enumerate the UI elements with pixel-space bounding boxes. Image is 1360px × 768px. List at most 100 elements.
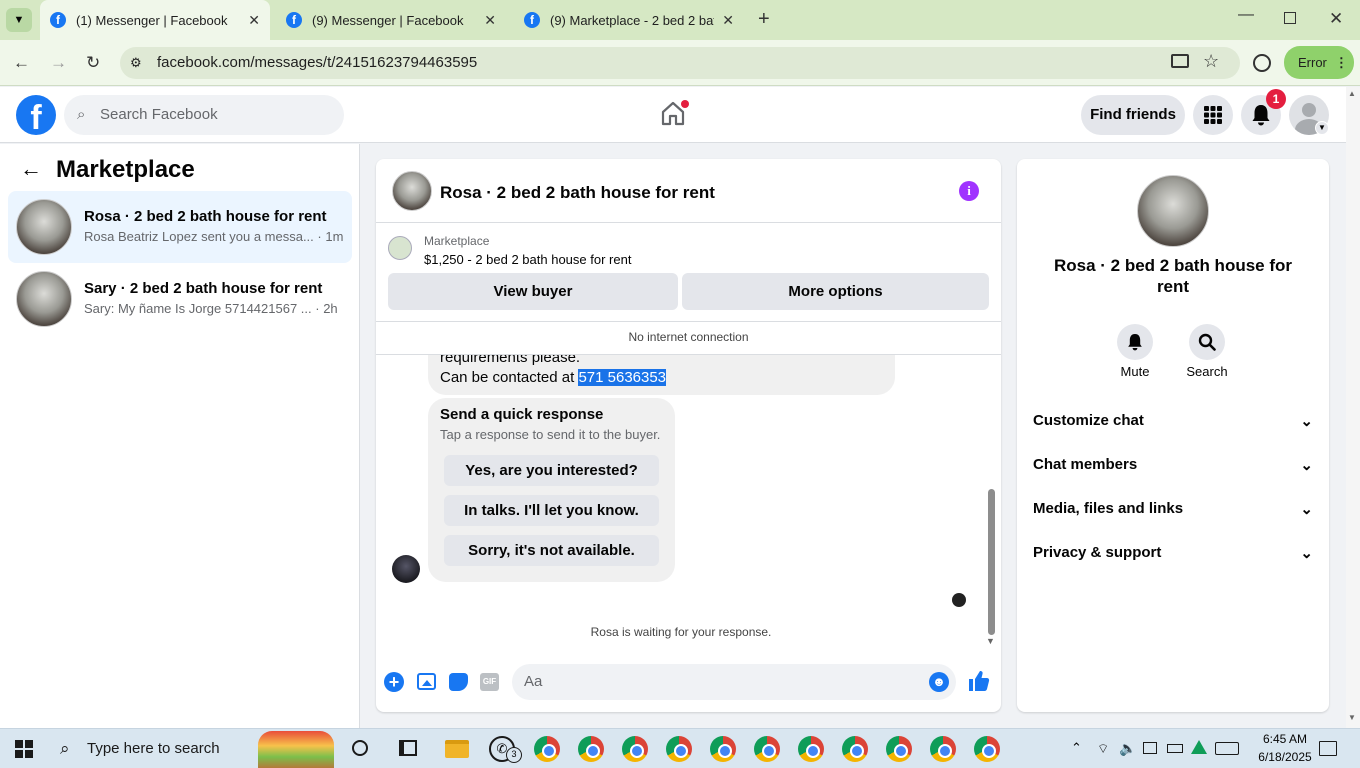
back-icon[interactable]: ← <box>13 40 30 86</box>
maximize-icon[interactable] <box>1284 12 1296 24</box>
info-avatar[interactable] <box>1137 175 1209 247</box>
chat-scrollbar-thumb[interactable] <box>988 489 995 635</box>
quick-reply-button[interactable]: In talks. I'll let you know. <box>444 495 659 526</box>
cortana-icon[interactable] <box>352 740 368 756</box>
search-in-chat-button[interactable] <box>1189 324 1225 360</box>
message-input[interactable]: Aa <box>512 664 956 700</box>
media-files-links-section[interactable]: Media, files and links ⌄ <box>1033 500 1313 518</box>
menu-grid-button[interactable] <box>1193 95 1233 135</box>
chrome-profile-icon[interactable] <box>578 736 604 762</box>
chrome-profile-icon[interactable] <box>842 736 868 762</box>
profile-icon[interactable] <box>1253 54 1271 72</box>
mute-label: Mute <box>1120 364 1150 379</box>
back-arrow-icon[interactable]: ← <box>20 156 42 182</box>
mute-button[interactable] <box>1117 324 1153 360</box>
bookmark-star-icon[interactable]: ☆ <box>1203 51 1219 72</box>
clock-date[interactable]: 6/18/2025 <box>1250 750 1320 764</box>
conversation-item[interactable]: Rosa · 2 bed 2 bath house for rent Rosa … <box>8 191 352 263</box>
bell-icon <box>1252 105 1270 126</box>
chrome-profile-icon[interactable] <box>886 736 912 762</box>
chat-members-section[interactable]: Chat members ⌄ <box>1033 456 1313 474</box>
listing-detail[interactable]: $1,250 - 2 bed 2 bath house for rent <box>424 252 631 267</box>
forward-icon[interactable]: → <box>50 40 67 86</box>
reload-icon[interactable]: ↻ <box>86 40 100 86</box>
chrome-profile-icon[interactable] <box>930 736 956 762</box>
chrome-profile-icon[interactable] <box>622 736 648 762</box>
display-icon[interactable] <box>1143 742 1157 754</box>
tab-close-icon[interactable]: ✕ <box>248 12 260 29</box>
windows-start-icon[interactable] <box>15 740 33 758</box>
tab-close-icon[interactable]: ✕ <box>722 12 734 29</box>
photo-icon[interactable] <box>417 673 436 690</box>
install-app-icon[interactable] <box>1171 54 1189 68</box>
notification-center-icon[interactable] <box>1319 741 1337 756</box>
keyboard-icon[interactable] <box>1215 742 1239 755</box>
tab-close-icon[interactable]: ✕ <box>484 12 496 29</box>
listing-thumbnail <box>16 271 72 327</box>
sender-avatar[interactable] <box>392 555 420 583</box>
find-friends-button[interactable]: Find friends <box>1081 95 1185 135</box>
google-drive-icon[interactable] <box>1191 740 1207 754</box>
minimize-icon[interactable]: — <box>1238 6 1254 24</box>
section-label: Customize chat <box>1033 412 1144 429</box>
message-prefix: Can be contacted at <box>440 369 579 386</box>
quick-reply-button[interactable]: Yes, are you interested? <box>444 455 659 486</box>
chrome-profile-icon[interactable] <box>974 736 1000 762</box>
page-scrollbar[interactable] <box>1346 87 1360 728</box>
view-buyer-button[interactable]: View buyer <box>388 273 678 310</box>
add-attachment-icon[interactable]: + <box>384 672 404 692</box>
browser-tab-2[interactable]: f (9) Messenger | Facebook ✕ <box>276 0 506 40</box>
marketplace-listing-icon <box>388 236 412 260</box>
quick-reply-label: In talks. I'll let you know. <box>464 502 639 519</box>
search-icon: ⌕ <box>60 739 70 758</box>
tab-search-button[interactable]: ▼ <box>6 8 32 32</box>
conversation-preview: Rosa Beatriz Lopez sent you a messa... ·… <box>84 229 343 244</box>
quick-reply-button[interactable]: Sorry, it's not available. <box>444 535 659 566</box>
more-options-button[interactable]: More options <box>682 273 989 310</box>
account-chevron-icon[interactable]: ▼ <box>1315 121 1329 135</box>
chrome-profile-icon[interactable] <box>754 736 780 762</box>
scroll-up-arrow-icon[interactable]: ▲ <box>1348 89 1356 98</box>
chrome-profile-icon[interactable] <box>666 736 692 762</box>
phone-number-selected[interactable]: 571 5636353 <box>578 369 667 386</box>
task-view-icon[interactable] <box>399 740 417 756</box>
volume-icon[interactable]: 🔈 <box>1119 740 1136 757</box>
quick-response-subtitle: Tap a response to send it to the buyer. <box>440 427 661 442</box>
address-bar[interactable]: ⚙ facebook.com/messages/t/24151623794463… <box>120 47 1240 79</box>
facebook-logo[interactable]: f <box>16 95 56 137</box>
customize-chat-section[interactable]: Customize chat ⌄ <box>1033 412 1313 430</box>
browser-tab-1[interactable]: f (1) Messenger | Facebook ✕ <box>40 0 270 40</box>
battery-icon[interactable] <box>1167 744 1183 753</box>
profile-error-button[interactable]: Error ⋮ <box>1284 46 1354 79</box>
emoji-icon[interactable]: ☻ <box>929 672 949 692</box>
facebook-search-input[interactable]: ⌕ Search Facebook <box>64 95 344 135</box>
clock-time[interactable]: 6:45 AM <box>1250 732 1320 746</box>
chrome-profile-icon[interactable] <box>798 736 824 762</box>
new-tab-icon[interactable]: + <box>758 8 770 31</box>
facebook-favicon-icon: f <box>50 12 66 28</box>
tab-title: (9) Marketplace - 2 bed 2 bath <box>550 12 715 28</box>
chrome-profile-icon[interactable] <box>710 736 736 762</box>
panel-title: Marketplace <box>56 156 195 183</box>
facebook-favicon-icon: f <box>524 12 540 28</box>
scroll-down-arrow-icon[interactable]: ▼ <box>986 636 995 646</box>
gif-icon[interactable]: GIF <box>480 673 499 691</box>
whatsapp-badge: 3 <box>506 747 522 763</box>
chrome-profile-icon[interactable] <box>534 736 560 762</box>
network-icon[interactable]: ⌔ <box>1097 741 1109 757</box>
listing-label: Marketplace <box>424 234 490 248</box>
chat-header-avatar[interactable] <box>392 171 432 211</box>
show-hidden-icons-chevron-icon[interactable]: ⌃ <box>1071 740 1082 756</box>
preview-time: · 2h <box>315 301 338 316</box>
chat-title[interactable]: Rosa · 2 bed 2 bath house for rent <box>440 183 715 203</box>
like-thumb-icon[interactable] <box>968 670 990 697</box>
close-window-icon[interactable]: ✕ <box>1329 9 1343 29</box>
conversation-item[interactable]: Sary · 2 bed 2 bath house for rent Sary:… <box>8 263 352 335</box>
scroll-down-arrow-icon[interactable]: ▼ <box>1348 713 1356 722</box>
privacy-support-section[interactable]: Privacy & support ⌄ <box>1033 544 1313 562</box>
browser-tab-3[interactable]: f (9) Marketplace - 2 bed 2 bath ✕ <box>514 0 744 40</box>
facebook-favicon-icon: f <box>286 12 302 28</box>
site-settings-icon[interactable]: ⚙ <box>130 47 142 79</box>
info-icon[interactable]: i <box>959 181 979 201</box>
file-explorer-icon[interactable] <box>445 740 469 758</box>
